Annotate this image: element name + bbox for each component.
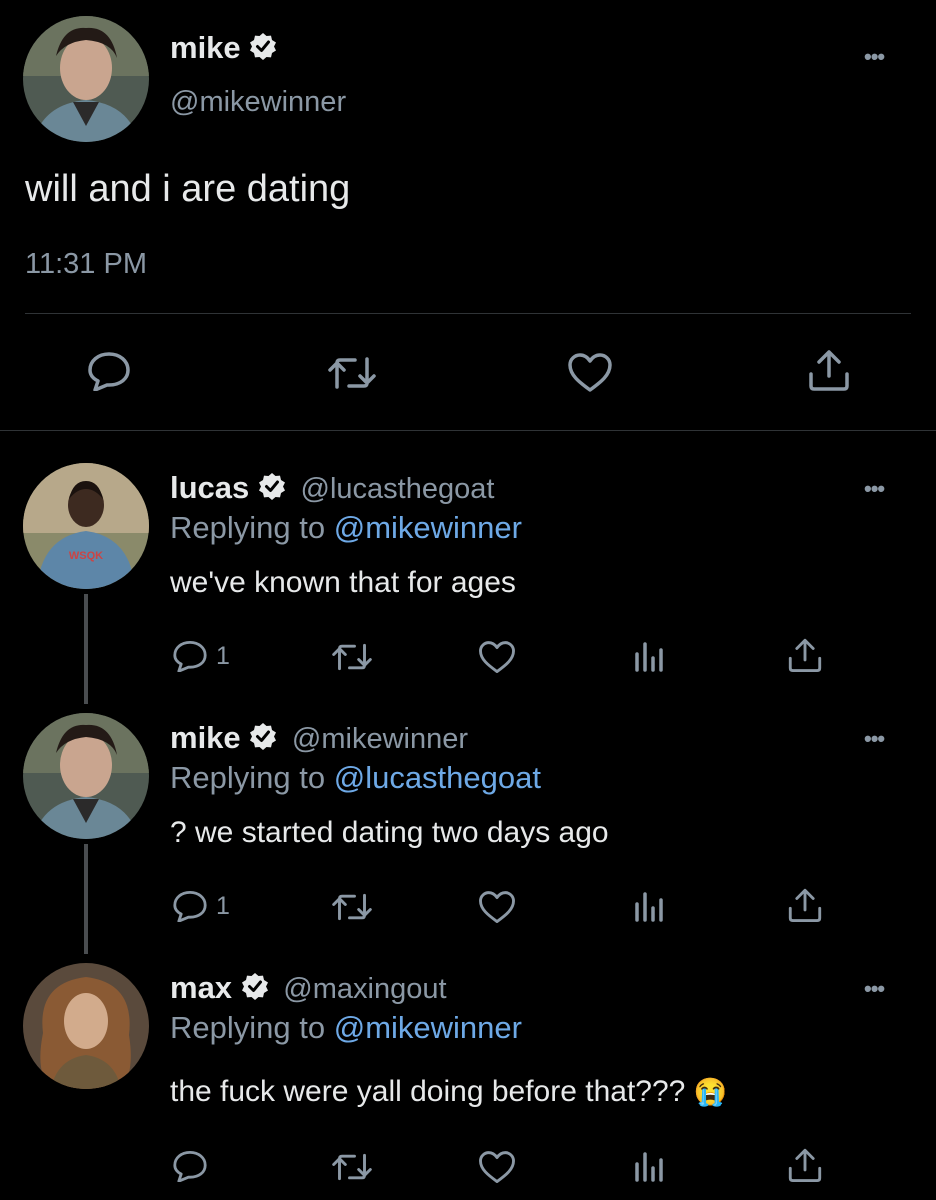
author-handle[interactable]: @maxingout [283,973,446,1005]
more-icon[interactable]: ••• [864,976,885,1002]
tweet-text: will and i are dating [25,168,351,210]
divider [25,313,911,314]
tweet-text-body: the fuck were yall doing before that??? [170,1075,686,1108]
retweet-icon[interactable] [331,642,373,672]
divider [0,430,936,431]
more-icon[interactable]: ••• [864,726,885,752]
views-icon[interactable] [633,640,665,672]
reply-count: 1 [216,642,230,670]
more-icon[interactable]: ••• [864,44,885,70]
more-icon[interactable]: ••• [864,476,885,502]
like-icon[interactable] [567,352,613,394]
avatar[interactable] [23,963,149,1089]
verified-badge-icon [249,722,277,758]
share-icon[interactable] [786,1147,824,1183]
share-icon[interactable] [806,348,852,392]
author-name[interactable]: max [170,970,232,1005]
tweet-text: ? we started dating two days ago [170,816,609,849]
verified-badge-icon [258,472,286,508]
avatar[interactable]: WSQK [23,463,149,589]
crying-emoji: 😭 [693,1077,728,1107]
thread-line [84,844,88,954]
replying-to: Replying to @mikewinner [170,1010,522,1046]
author-name[interactable]: mike [170,30,241,65]
like-icon[interactable] [478,640,516,675]
replying-to-link[interactable]: @mikewinner [334,1010,522,1045]
avatar[interactable] [23,16,149,142]
replying-to-label: Replying to [170,1010,334,1045]
tweet-timestamp[interactable]: 11:31 PM [25,248,147,281]
replying-to-label: Replying to [170,510,334,545]
verified-badge-icon [241,972,269,1008]
share-icon[interactable] [786,887,824,923]
author-handle[interactable]: @mikewinner [170,86,346,119]
author-name[interactable]: lucas [170,470,249,505]
reply-icon[interactable] [172,1150,208,1182]
replying-to-link[interactable]: @mikewinner [334,510,522,545]
author-handle[interactable]: @lucasthegoat [301,473,495,505]
reply-count: 1 [216,892,230,920]
replying-to-link[interactable]: @lucasthegoat [334,760,541,795]
author-name[interactable]: mike [170,720,241,755]
tweet-text: the fuck were yall doing before that??? … [170,1075,727,1109]
retweet-icon[interactable] [327,355,377,391]
verified-badge-icon [249,32,277,68]
reply-icon[interactable] [172,640,208,672]
reply-icon[interactable] [172,890,208,922]
reply-icon[interactable] [87,351,131,391]
retweet-icon[interactable] [331,1152,373,1182]
views-icon[interactable] [633,1150,665,1182]
replying-to: Replying to @lucasthegoat [170,760,541,796]
author-handle[interactable]: @mikewinner [292,723,468,755]
avatar[interactable] [23,713,149,839]
retweet-icon[interactable] [331,892,373,922]
replying-to: Replying to @mikewinner [170,510,522,546]
replying-to-label: Replying to [170,760,334,795]
tweet-text: we've known that for ages [170,566,516,599]
like-icon[interactable] [478,890,516,925]
views-icon[interactable] [633,890,665,922]
like-icon[interactable] [478,1150,516,1185]
svg-text:WSQK: WSQK [69,550,103,562]
thread-line [84,594,88,704]
share-icon[interactable] [786,637,824,673]
